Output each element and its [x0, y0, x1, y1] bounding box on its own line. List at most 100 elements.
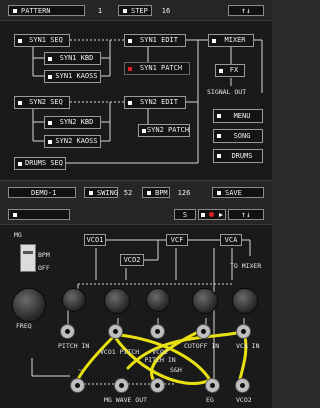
bpm-field[interactable]: BPM: [142, 187, 170, 198]
signal-out-label: SIGNAL OUT: [207, 88, 247, 96]
syn2-kaoss-label: SYN2 KAOSS: [55, 137, 98, 145]
sh-out-jack[interactable]: [150, 378, 165, 393]
vco1-pitch-jack[interactable]: [108, 324, 123, 339]
active-indicator-icon: [128, 67, 132, 71]
vco1-module[interactable]: VCO1: [84, 234, 106, 246]
vco2-out-label: VCO2: [236, 396, 252, 404]
syn2-seq-node[interactable]: SYN2 SEQ: [14, 96, 70, 109]
save-indicator-icon: [217, 190, 221, 195]
off-switch-label: OFF: [38, 264, 50, 272]
freq-knob[interactable]: [12, 288, 46, 322]
syn2-patch-label: SYN2 PATCH: [146, 126, 190, 134]
port-icon: [48, 120, 52, 125]
drums-seq-node[interactable]: DRUMS SEQ: [14, 157, 66, 170]
bpm-indicator-icon: [147, 190, 151, 195]
bpm-value: 126: [177, 188, 191, 197]
vco2-knob[interactable]: [146, 288, 170, 312]
syn2-edit-node[interactable]: SYN2 EDIT: [124, 96, 186, 109]
swing-indicator-icon: [89, 190, 93, 195]
port-icon: [48, 74, 52, 79]
swing-value: 52: [123, 188, 133, 197]
syn1-patch-node[interactable]: SYN1 PATCH: [124, 62, 190, 75]
mg-sync-switch[interactable]: [20, 244, 36, 272]
pitch-in-jack[interactable]: [60, 324, 75, 339]
vca-knob[interactable]: [232, 288, 258, 314]
cutoff-in-jack[interactable]: [196, 324, 211, 339]
syn1-kbd-node[interactable]: SYN1 KBD: [44, 52, 101, 65]
top-footer-bar: DEMO-1 SWING 52 BPM 126 SAVE: [0, 180, 272, 205]
syn1-kbd-label: SYN1 KBD: [59, 54, 94, 62]
syn2-kaoss-node[interactable]: SYN2 KAOSS: [44, 135, 101, 148]
to-mixer-label: TO MIXER: [230, 262, 262, 270]
eg-out-jack[interactable]: [205, 378, 220, 393]
vco2-pitch-jack[interactable]: [150, 324, 165, 339]
bpm-switch-label: BPM: [38, 251, 50, 259]
port-icon: [48, 139, 52, 144]
noise-label: ~: [78, 366, 82, 374]
save-label: SAVE: [225, 188, 242, 197]
mg-label: MG: [14, 231, 22, 239]
port-icon: [142, 128, 146, 133]
mg-wave-out-jack-2[interactable]: [114, 378, 129, 393]
song-name-field[interactable]: DEMO-1: [8, 187, 76, 198]
mg-wave-out-jack[interactable]: [70, 378, 85, 393]
pitch-in-label: PITCH IN: [58, 342, 90, 350]
syn1-seq-label: SYN1 SEQ: [29, 36, 63, 44]
mixer-node[interactable]: MIXER: [208, 34, 254, 47]
sh-label: S&H: [170, 366, 182, 374]
fx-node[interactable]: FX: [215, 64, 245, 77]
port-icon: [18, 161, 22, 166]
syn2-seq-label: SYN2 SEQ: [29, 98, 63, 106]
fx-label: FX: [229, 66, 239, 74]
syn2-edit-label: SYN2 EDIT: [140, 98, 178, 106]
routing-screen: PATTERN 1 STEP 16 ↑↓ SYN1 SEQ SYN1 KBD S…: [0, 0, 272, 205]
vca-module[interactable]: VCA: [220, 234, 242, 246]
port-icon: [18, 38, 22, 43]
port-icon: [18, 100, 22, 105]
song-label: SONG: [233, 131, 251, 140]
port-icon: [217, 154, 221, 158]
syn1-patch-label: SYN1 PATCH: [139, 64, 183, 72]
bpm-label: BPM: [155, 188, 168, 197]
vcf-module[interactable]: VCF: [166, 234, 188, 246]
syn1-kaoss-node[interactable]: SYN1 KAOSS: [44, 70, 101, 83]
vco2-out-jack[interactable]: [235, 378, 250, 393]
mixer-label: MIXER: [224, 36, 246, 44]
syn1-edit-label: SYN1 EDIT: [140, 36, 178, 44]
port-icon: [128, 100, 132, 105]
port-icon: [212, 38, 216, 43]
syn2-kbd-node[interactable]: SYN2 KBD: [44, 116, 101, 129]
swing-label: SWING: [97, 188, 119, 197]
vca-in-label: VCA IN: [236, 342, 260, 350]
menu-label: MENU: [233, 111, 251, 120]
syn1-edit-node[interactable]: SYN1 EDIT: [124, 34, 186, 47]
song-button[interactable]: SONG: [213, 129, 263, 143]
port-icon: [48, 56, 52, 61]
vco1-pitch-label: VCO1 PITCH: [100, 348, 140, 356]
drums-label: DRUMS: [231, 151, 253, 160]
mg-wave-out-label: MG WAVE OUT: [104, 396, 148, 404]
freq-label: FREQ: [16, 322, 32, 330]
port-icon: [128, 38, 132, 43]
vco2-pitch-label: VCO2 PITCH IN: [144, 348, 176, 364]
vca-in-jack[interactable]: [236, 324, 251, 339]
vco1-knob[interactable]: [104, 288, 130, 314]
swing-field[interactable]: SWING: [84, 187, 118, 198]
eg-out-label: EG: [206, 396, 214, 404]
syn1-seq-node[interactable]: SYN1 SEQ: [14, 34, 70, 47]
synth-patch-screen: S ↑↓ VCO1 VCO2 VCF VCA TO MIXER MG BPM O…: [0, 204, 272, 408]
pitch-knob[interactable]: [62, 288, 86, 312]
cutoff-knob[interactable]: [192, 288, 218, 314]
drums-button[interactable]: DRUMS: [213, 149, 263, 163]
drums-seq-label: DRUMS SEQ: [25, 159, 63, 167]
save-button[interactable]: SAVE: [212, 187, 264, 198]
port-icon: [217, 134, 221, 138]
menu-button[interactable]: MENU: [213, 109, 263, 123]
vco2-module[interactable]: VCO2: [120, 254, 144, 266]
port-icon: [219, 68, 223, 73]
cutoff-in-label: CUTOFF IN: [184, 342, 220, 350]
syn1-kaoss-label: SYN1 KAOSS: [55, 72, 98, 80]
port-icon: [217, 114, 221, 118]
syn2-patch-node[interactable]: SYN2 PATCH: [138, 124, 190, 137]
switch-handle-icon: [23, 251, 33, 254]
